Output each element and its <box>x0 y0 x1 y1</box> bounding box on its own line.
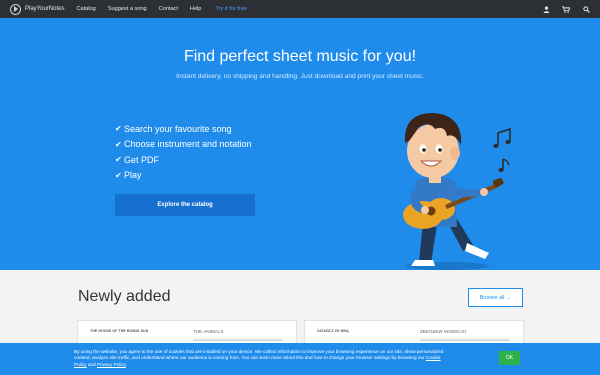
privacy-policy-link[interactable]: Privacy Policy <box>97 362 126 367</box>
card-artist: The Animals <box>193 329 224 334</box>
check-icon: ✔ <box>115 124 122 134</box>
nav-link-help[interactable]: Help <box>190 6 202 12</box>
nav-link-catalog[interactable]: Catalog <box>76 6 95 12</box>
top-navbar: PlayYourNotes Catalog Suggest a song Con… <box>0 0 600 18</box>
search-icon[interactable] <box>582 5 590 13</box>
check-icon: ✔ <box>115 139 122 149</box>
nav-link-suggest-song[interactable]: Suggest a song <box>108 6 147 12</box>
guitar-player-illustration <box>403 113 511 270</box>
nav-link-try-free[interactable]: Try it for free <box>215 6 247 12</box>
nav-icons <box>542 0 590 18</box>
check-icon: ✔ <box>115 170 122 180</box>
hero-title: Find perfect sheet music for you! <box>183 48 417 65</box>
cookie-banner: By using the website, you agree to the u… <box>0 343 600 375</box>
thumbnail-title: ZATAŃCZ ZE MNĄ <box>317 329 349 333</box>
cart-icon[interactable] <box>562 5 570 13</box>
section-title: Newly added <box>78 288 171 305</box>
feature-item: ✔ Choose instrument and notation <box>115 139 252 150</box>
hero-banner: Find perfect sheet music for you! Instan… <box>0 18 600 270</box>
explore-catalog-button[interactable]: Explore the catalog <box>115 194 255 216</box>
thumbnail-title: THE HOUSE OF THE RISING SUN <box>90 329 149 333</box>
feature-item: ✔ Play <box>115 170 142 181</box>
brand-logo-link[interactable]: PlayYourNotes <box>10 0 64 18</box>
brand-name: PlayYourNotes <box>25 6 65 12</box>
browse-all-button[interactable]: Browse all → <box>468 288 523 307</box>
nav-link-contact[interactable]: Contact <box>159 6 178 12</box>
feature-list: ✔ Search your favourite song ✔ Choose inst… <box>115 121 252 183</box>
cookie-ok-button[interactable]: OK <box>499 351 520 365</box>
feature-item: ✔ Search your favourite song <box>115 123 232 134</box>
user-icon[interactable] <box>542 5 550 13</box>
hero-subtitle: Instant delivery, no shipping and handli… <box>176 73 424 80</box>
check-icon: ✔ <box>115 155 122 165</box>
cookie-text: By using the website, you agree to the u… <box>74 349 444 367</box>
card-artist: Zbigniew Wodecki <box>420 329 466 334</box>
play-logo-icon <box>10 3 21 15</box>
feature-item: ✔ Get PDF <box>115 154 160 165</box>
